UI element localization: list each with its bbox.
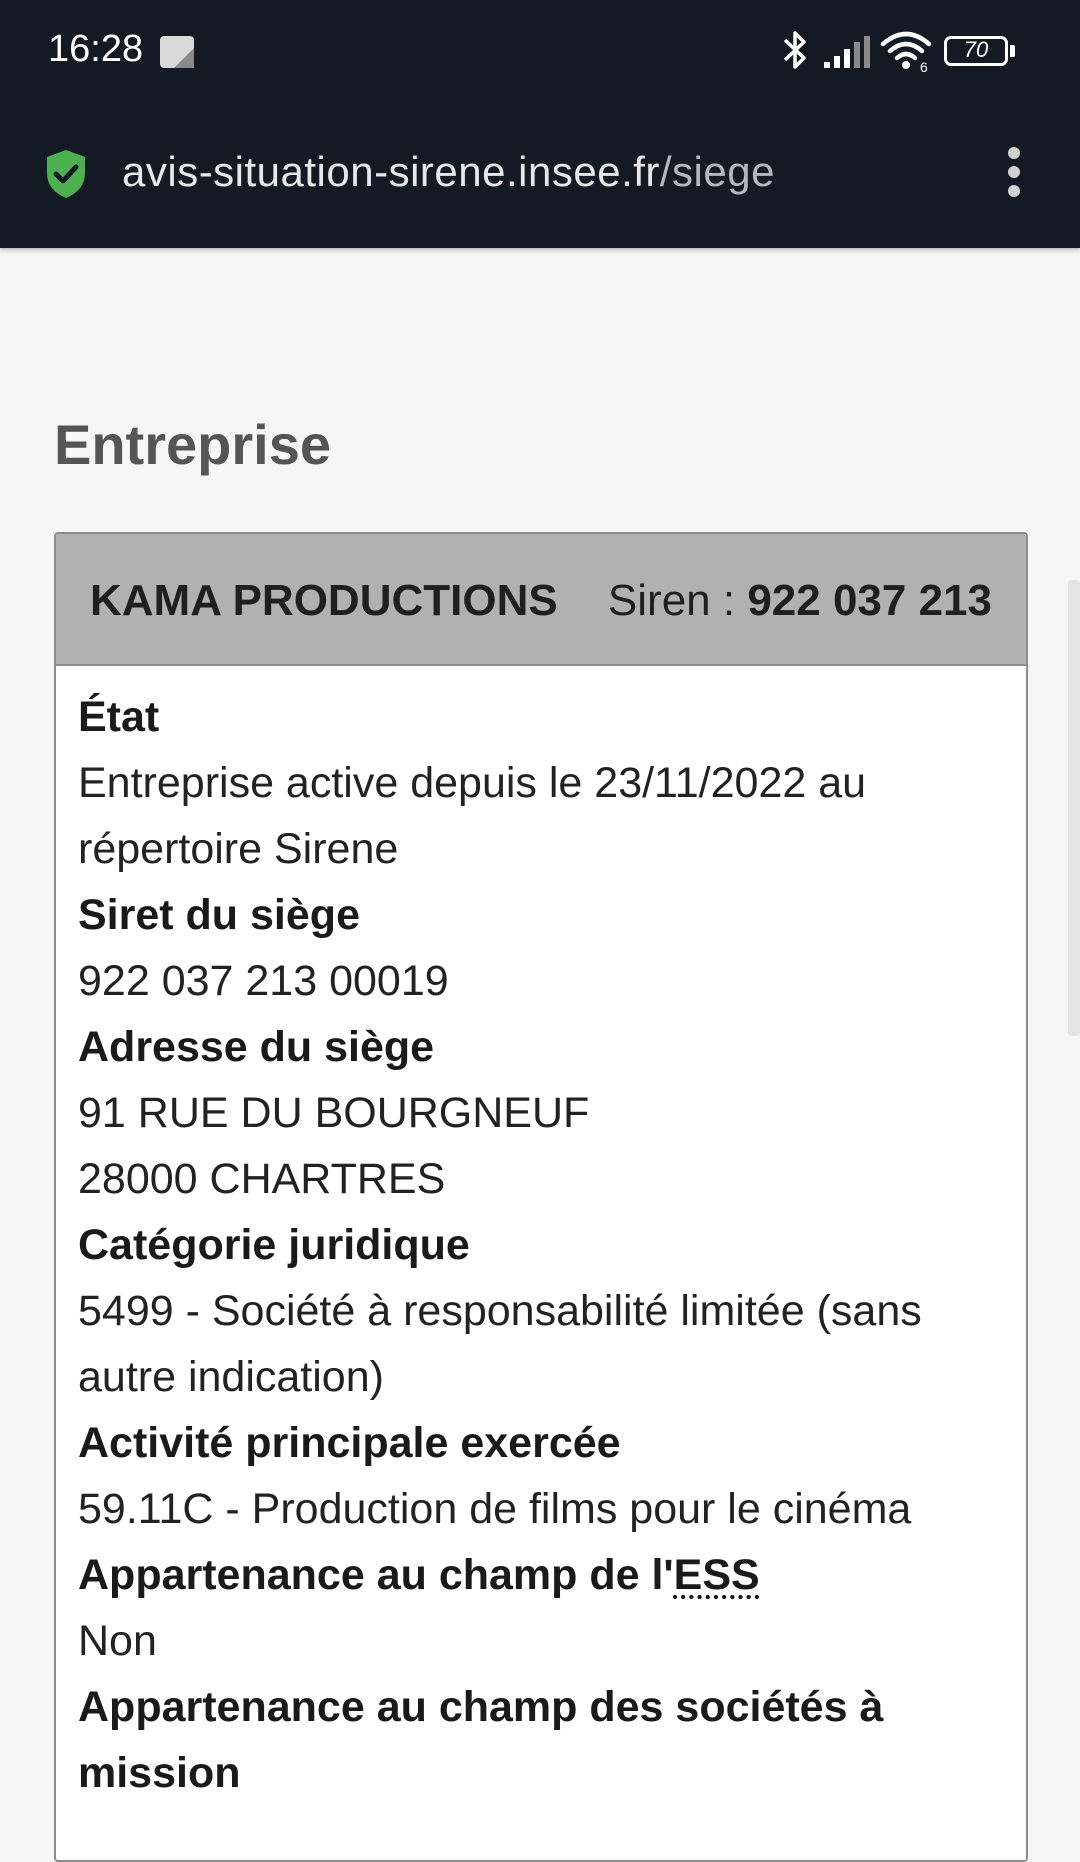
field-value-adresse-line1: 91 RUE DU BOURGNEUF xyxy=(78,1089,590,1137)
card-body: État Entreprise active depuis le 23/11/2… xyxy=(78,684,1008,1806)
siren: Siren : 922 037 213 xyxy=(608,576,992,626)
ess-abbreviation[interactable]: ESS xyxy=(674,1551,760,1599)
signal-icon xyxy=(824,36,870,68)
wifi-icon: 6 xyxy=(880,31,932,74)
bluetooth-icon xyxy=(783,31,806,69)
status-bar: 16:28 6 70 xyxy=(0,0,1080,104)
svg-text:6: 6 xyxy=(920,59,928,74)
url-field[interactable]: avis-situation-sirene.insee.fr/siege xyxy=(122,148,775,196)
field-label-siret: Siret du siège xyxy=(78,891,360,939)
field-label-adresse: Adresse du siège xyxy=(78,1023,435,1071)
field-label-mission: Appartenance au champ des sociétés à mis… xyxy=(78,1683,884,1797)
company-name: KAMA PRODUCTIONS xyxy=(90,576,558,625)
field-value-adresse-line2: 28000 CHARTRES xyxy=(78,1155,446,1203)
url-path: /siege xyxy=(659,148,775,195)
field-label-etat: État xyxy=(78,693,160,741)
battery-percent: 70 xyxy=(963,37,989,62)
page-title: Entreprise xyxy=(54,413,331,476)
card-header: KAMA PRODUCTIONS Siren : 922 037 213 xyxy=(56,534,1026,666)
status-time: 16:28 xyxy=(48,28,144,70)
ess-label-prefix: Appartenance au champ de l' xyxy=(78,1551,674,1599)
field-value-ess: Non xyxy=(78,1617,157,1665)
notification-icon xyxy=(160,36,194,68)
siren-number: 922 037 213 xyxy=(747,576,992,625)
field-value-siret: 922 037 213 00019 xyxy=(78,957,449,1005)
field-value-etat: Entreprise active depuis le 23/11/2022 a… xyxy=(78,759,867,873)
browser-toolbar: avis-situation-sirene.insee.fr/siege xyxy=(0,104,1080,248)
battery-tip xyxy=(1010,45,1015,57)
shield-check-icon[interactable] xyxy=(44,148,88,200)
field-value-activite: 59.11C - Production de films pour le cin… xyxy=(78,1485,912,1533)
siren-label: Siren : xyxy=(607,576,748,625)
field-label-ess: Appartenance au champ de l'ESS xyxy=(78,1542,1008,1608)
field-value-categorie: 5499 - Société à responsabilité limitée … xyxy=(78,1287,922,1401)
company-card: KAMA PRODUCTIONS Siren : 922 037 213 Éta… xyxy=(54,532,1028,1862)
scrollbar[interactable] xyxy=(1068,580,1080,1036)
battery-icon: 70 xyxy=(944,36,1016,66)
url-domain: avis-situation-sirene.insee.fr xyxy=(122,148,660,195)
more-vert-icon[interactable] xyxy=(1004,146,1024,198)
field-label-categorie: Catégorie juridique xyxy=(78,1221,470,1269)
field-label-activite: Activité principale exercée xyxy=(78,1419,621,1467)
